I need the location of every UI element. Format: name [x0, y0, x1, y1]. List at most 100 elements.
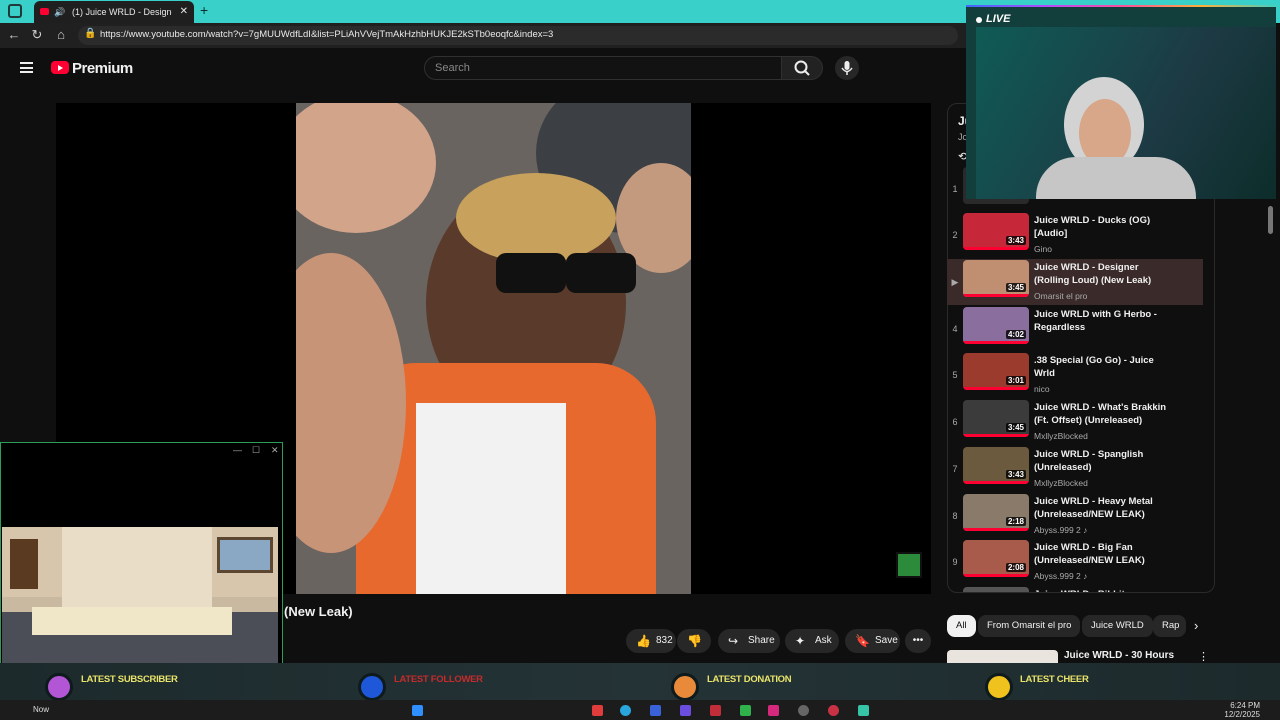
chip-rap[interactable]: Rap [1153, 615, 1186, 637]
playlist-item[interactable]: 4 4:02 Juice WRLD with G Herbo - Regardles… [947, 306, 1203, 352]
playlist-thumbnail[interactable]: 3:45 [963, 400, 1029, 437]
dislike-button[interactable]: 👎 [677, 629, 711, 653]
microphone-icon [841, 61, 853, 75]
brand-label[interactable]: Premium [72, 60, 133, 77]
app-icon[interactable] [858, 705, 869, 716]
playlist-thumbnail[interactable]: 3:43 [963, 447, 1029, 484]
playlist-item[interactable]: Juice WRLD - Bibbit [947, 586, 1203, 592]
close-tab-icon[interactable]: ✕ [180, 1, 188, 23]
clock[interactable]: 6:24 PM 12/2/2025 [1224, 701, 1260, 719]
voice-search-button[interactable] [835, 56, 859, 80]
watch-progress [963, 341, 1029, 344]
room-camera [2, 527, 278, 665]
reload-icon[interactable]: ↻ [29, 27, 45, 43]
more-actions-icon[interactable]: ••• [905, 629, 931, 653]
playlist-item-channel[interactable]: Abyss.999 2 ♪ [1034, 525, 1087, 535]
playlist-index: 6 [952, 417, 958, 427]
maximize-icon[interactable]: ☐ [252, 445, 260, 456]
playlist-item-title[interactable]: Juice WRLD - Heavy Metal (Unreleased/NEW… [1034, 495, 1174, 521]
playlist-item-title[interactable]: Juice WRLD - Bibbit [1034, 588, 1174, 592]
duration-badge: 3:45 [1005, 283, 1026, 292]
playlist-item[interactable]: 5 3:01 .38 Special (Go Go) - Juice Wrld nic… [947, 352, 1203, 398]
app-icon[interactable] [768, 705, 779, 716]
playlist-thumbnail[interactable]: 2:08 [963, 540, 1029, 577]
playlist-item-channel[interactable]: Abyss.999 2 ♪ [1034, 571, 1087, 581]
recommended-title[interactable]: Juice WRLD - 30 Hours [1064, 650, 1174, 661]
workspace-icon[interactable] [8, 4, 22, 18]
more-options-icon[interactable]: ⋮ [1198, 650, 1209, 663]
app-icon[interactable] [740, 705, 751, 716]
ask-button[interactable]: ✦ Ask [785, 629, 839, 653]
url-field[interactable]: 🔒 https://www.youtube.com/watch?v=7gMUUW… [78, 26, 958, 45]
app-icon[interactable] [592, 705, 603, 716]
latest-follower-label: LATEST FOLLOWER [394, 674, 483, 685]
playlist-item-channel[interactable]: MxllyzBlocked [1034, 431, 1088, 441]
scrollbar[interactable] [1268, 206, 1273, 234]
youtube-favicon-icon [40, 8, 49, 15]
sparkle-icon: ✦ [795, 634, 806, 648]
youtube-logo-icon[interactable] [51, 61, 69, 74]
address-bar-row: ← ↻ ⌂ 🔒 https://www.youtube.com/watch?v=… [0, 23, 966, 48]
playlist-thumbnail[interactable]: 4:02 [963, 307, 1029, 344]
live-dot-icon [976, 17, 982, 23]
playlist-item[interactable]: 8 2:18 Juice WRLD - Heavy Metal (Unrelease… [947, 493, 1203, 539]
minimize-icon[interactable]: — [233, 445, 242, 455]
playlist-item[interactable]: 6 3:45 Juice WRLD - What's Brakkin (Ft. Of… [947, 399, 1203, 445]
overlay-window[interactable]: — ☐ ✕ [0, 442, 283, 665]
watch-progress [963, 574, 1029, 577]
close-window-icon[interactable]: ✕ [271, 445, 279, 456]
app-icon[interactable] [828, 705, 839, 716]
channel-watermark[interactable] [896, 552, 922, 578]
chip-from-channel[interactable]: From Omarsit el pro [978, 615, 1081, 637]
youtube-header: Premium Search [0, 48, 966, 88]
save-button[interactable]: 🔖 Save [845, 629, 900, 653]
watch-progress [963, 481, 1029, 484]
playlist-thumbnail[interactable]: 3:45 [963, 260, 1029, 297]
home-icon[interactable]: ⌂ [53, 27, 69, 43]
chip-juice-wrld[interactable]: Juice WRLD [1082, 615, 1153, 637]
playlist-thumbnail[interactable]: 3:01 [963, 353, 1029, 390]
hamburger-menu-icon[interactable] [20, 62, 33, 73]
crowd-face [296, 103, 436, 233]
playlist-item-title[interactable]: Juice WRLD - Designer (Rolling Loud) (Ne… [1034, 261, 1174, 287]
playlist-item[interactable]: 2 3:43 Juice WRLD - Ducks (OG) [Audio] Gino [947, 212, 1203, 258]
playlist-item-channel[interactable]: Gino [1034, 244, 1052, 254]
speaker-icon[interactable]: 🔊 [54, 1, 65, 23]
url-text: https://www.youtube.com/watch?v=7gMUUWdf… [100, 29, 554, 40]
video-frame[interactable] [296, 103, 691, 594]
new-tab-button[interactable]: + [200, 2, 208, 18]
playlist-item-channel[interactable]: Omarsit el pro [1034, 291, 1087, 301]
playlist-item-channel[interactable]: MxllyzBlocked [1034, 478, 1088, 488]
active-tab[interactable]: 🔊 (1) Juice WRLD - Designer (R ✕ [34, 1, 194, 23]
playlist-item[interactable]: 7 3:43 Juice WRLD - Spanglish (Unreleased)… [947, 446, 1203, 492]
latest-donation-label: LATEST DONATION [707, 674, 792, 685]
app-icon[interactable] [798, 705, 809, 716]
playlist-item-title[interactable]: Juice WRLD - Ducks (OG) [Audio] [1034, 214, 1174, 240]
playlist-item-title[interactable]: Juice WRLD with G Herbo - Regardless [1034, 308, 1174, 334]
playlist-item-title[interactable]: Juice WRLD - Big Fan (Unreleased/NEW LEA… [1034, 541, 1174, 567]
playlist-thumbnail[interactable] [963, 587, 1029, 592]
playlist-item[interactable]: 9 2:08 Juice WRLD - Big Fan (Unreleased/NE… [947, 539, 1203, 585]
start-icon[interactable] [412, 705, 423, 716]
back-icon[interactable]: ← [6, 27, 22, 43]
playlist-thumbnail[interactable]: 3:43 [963, 213, 1029, 250]
playlist-item-title[interactable]: Juice WRLD - Spanglish (Unreleased) [1034, 448, 1174, 474]
app-icon[interactable] [650, 705, 661, 716]
weather-now[interactable]: Now [33, 705, 49, 714]
chevron-right-icon[interactable]: › [1194, 618, 1198, 633]
chip-all[interactable]: All [947, 615, 976, 637]
search-input[interactable]: Search [424, 56, 782, 80]
like-button[interactable]: 👍 832 [626, 629, 676, 653]
edge-icon[interactable] [620, 705, 631, 716]
playlist-thumbnail[interactable]: 2:18 [963, 494, 1029, 531]
playlist-item[interactable]: ▶ 3:45 Juice WRLD - Designer (Rolling Loud… [947, 259, 1203, 305]
app-icon[interactable] [680, 705, 691, 716]
taskbar: Now 6:24 PM 12/2/2025 [0, 700, 1280, 720]
playlist-item-title[interactable]: Juice WRLD - What's Brakkin (Ft. Offset)… [1034, 401, 1174, 427]
bookmark-icon: 🔖 [855, 634, 870, 648]
search-button[interactable] [781, 56, 823, 80]
share-button[interactable]: ↪ Share [718, 629, 780, 653]
playlist-item-title[interactable]: .38 Special (Go Go) - Juice Wrld [1034, 354, 1174, 380]
playlist-item-channel[interactable]: nico [1034, 384, 1050, 394]
app-icon[interactable] [710, 705, 721, 716]
